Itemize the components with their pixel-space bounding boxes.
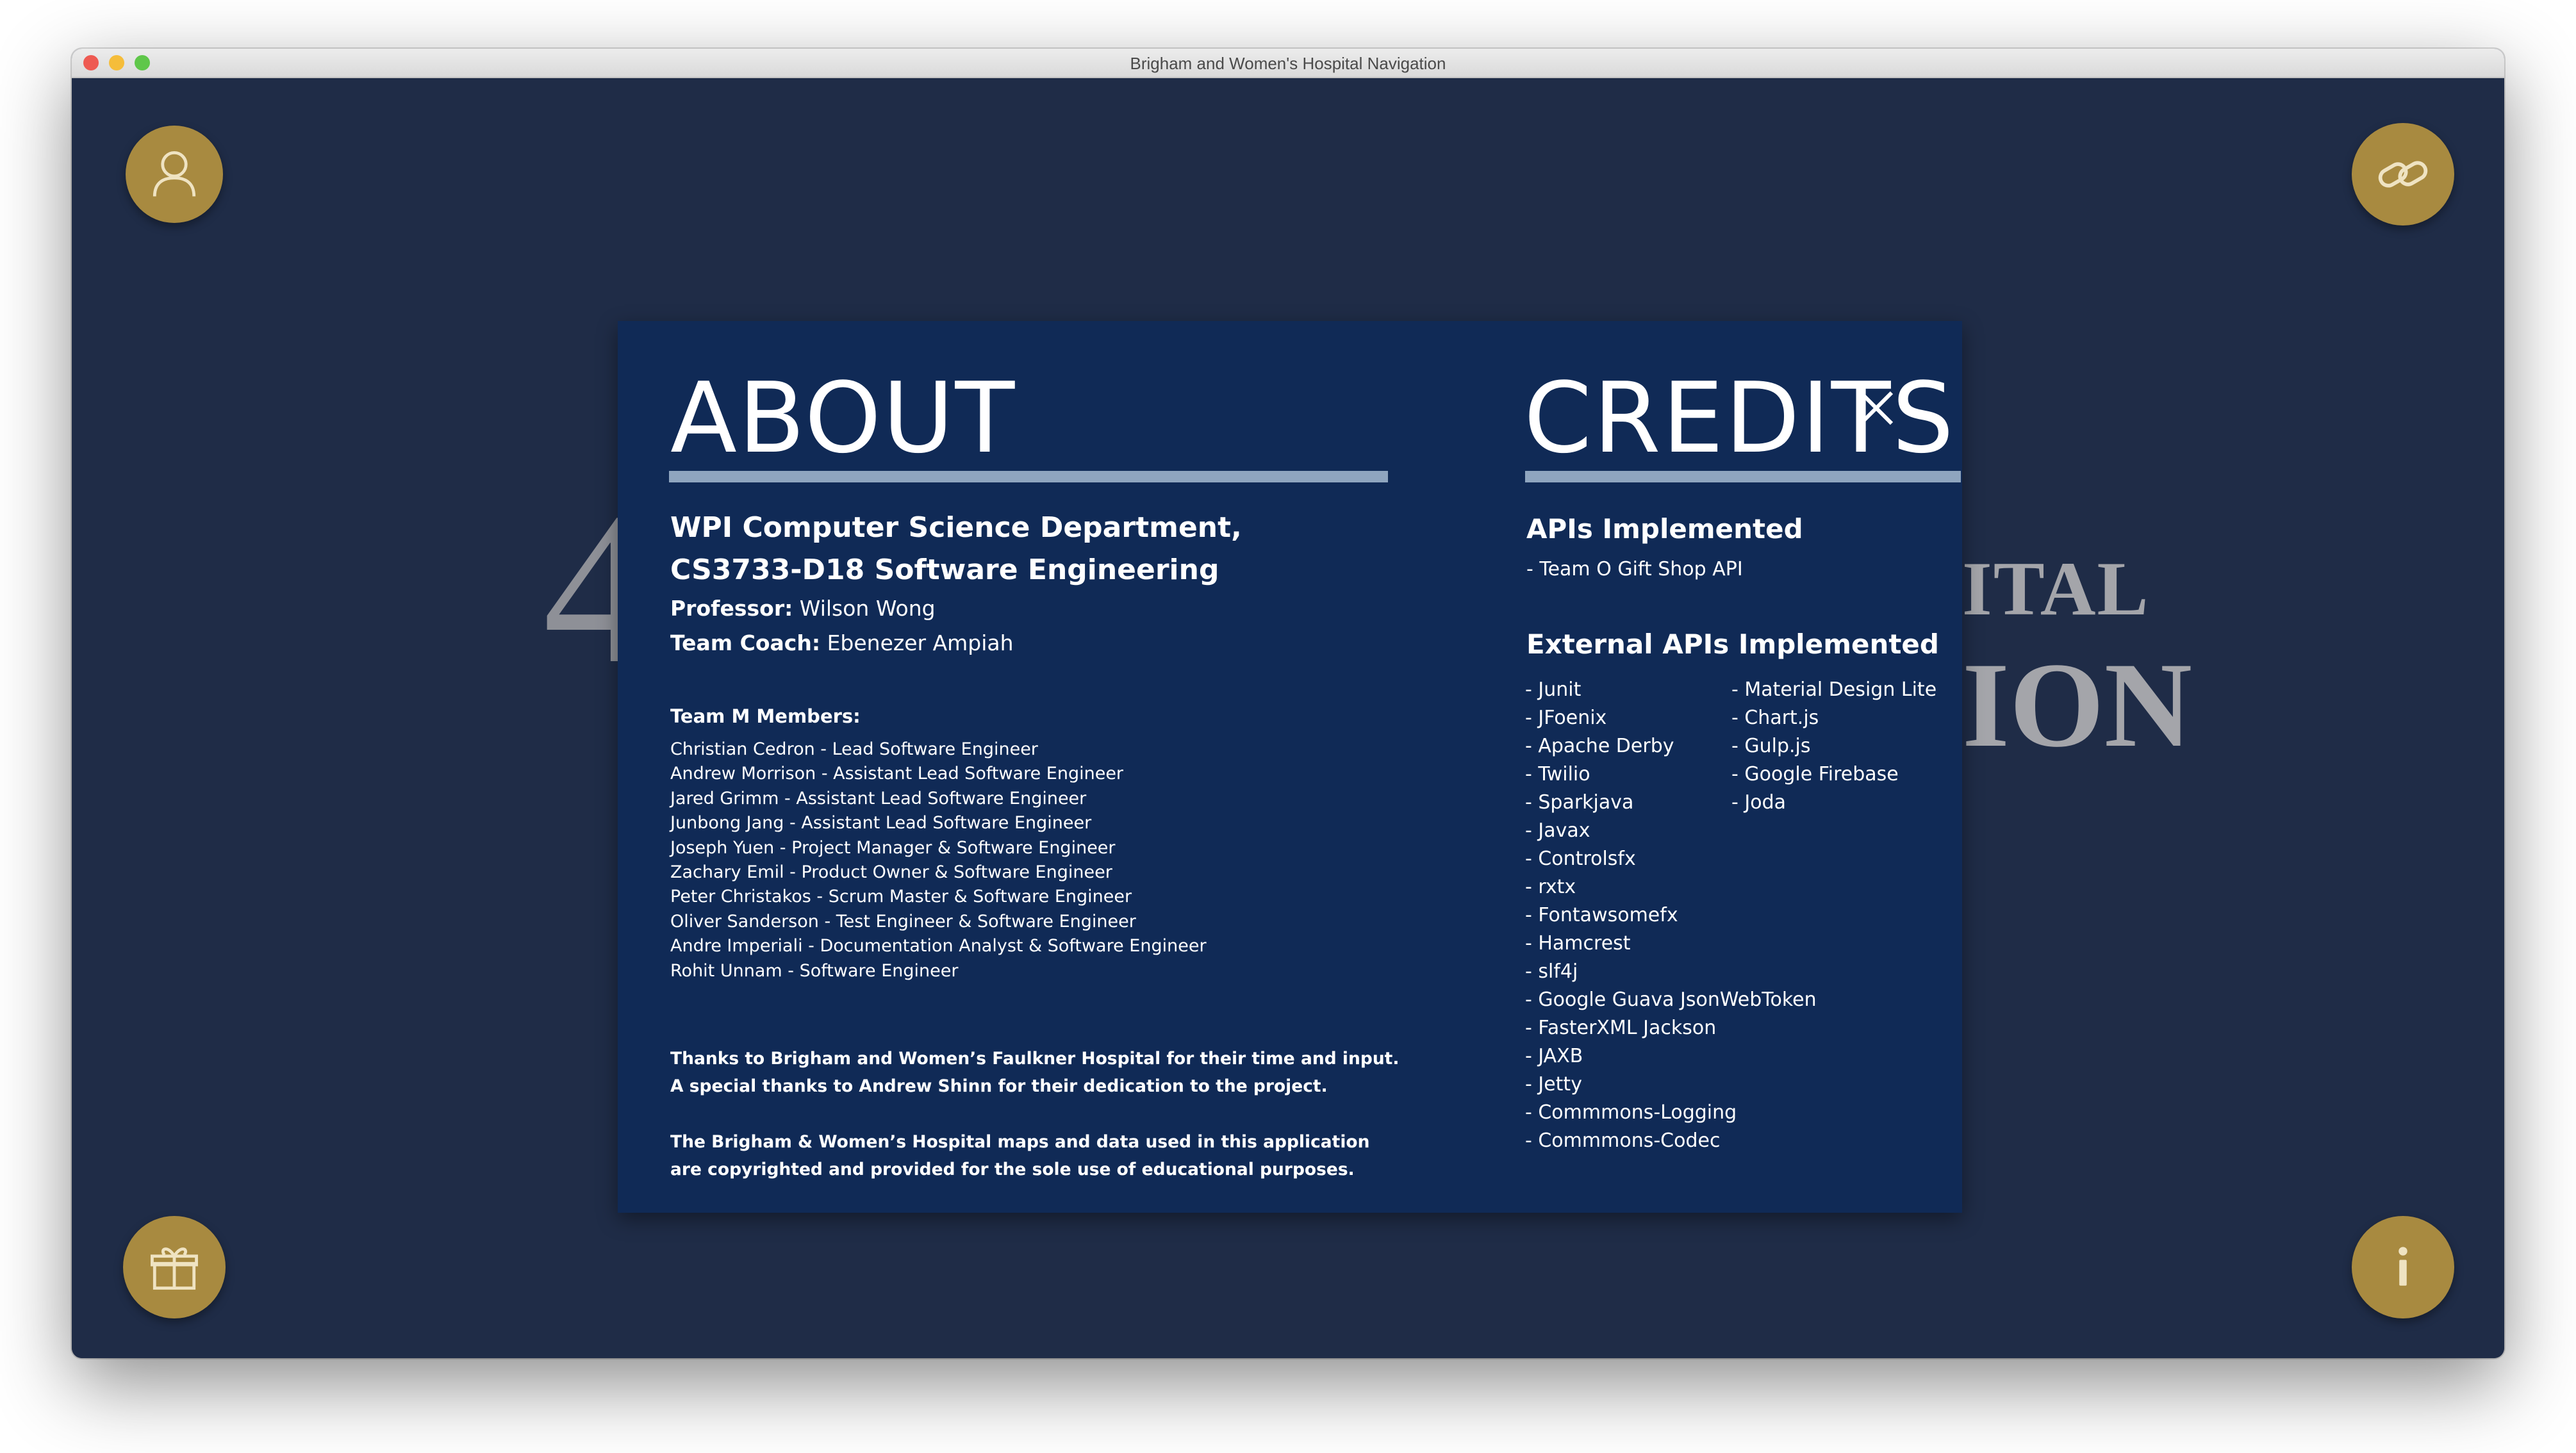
info-button[interactable] [2352, 1216, 2454, 1318]
list-item: Andre Imperiali - Documentation Analyst … [670, 936, 1207, 956]
list-item: - Team O Gift Shop API [1526, 558, 1743, 580]
list-item: - Google Firebase [1731, 763, 1899, 785]
coach-label: Team Coach: [670, 630, 821, 655]
list-item: Oliver Sanderson - Test Engineer & Softw… [670, 911, 1136, 932]
about-heading: ABOUT [670, 361, 1016, 475]
list-item: - Gulp.js [1731, 735, 1811, 757]
list-item: - Controlsfx [1525, 848, 1636, 870]
gift-shop-button[interactable] [123, 1216, 226, 1318]
list-item: - Jetty [1525, 1073, 1582, 1096]
coach-line: Team Coach: Ebenezer Ampiah [670, 626, 1014, 661]
list-item: - Hamcrest [1525, 932, 1631, 955]
professor-label: Professor: [670, 596, 793, 621]
members-list: Christian Cedron - Lead Software Enginee… [670, 737, 1207, 983]
list-item: - Fontawsomefx [1525, 904, 1678, 926]
list-item: Junbong Jang - Assistant Lead Software E… [670, 813, 1092, 833]
external-apis-title: External APIs Implemented [1526, 628, 1939, 660]
link-button[interactable] [2352, 123, 2454, 226]
credits-divider [1525, 471, 1961, 482]
apis-title: APIs Implemented [1526, 513, 1803, 545]
list-item: Andrew Morrison - Assistant Lead Softwar… [670, 764, 1124, 784]
list-item: - Material Design Lite [1731, 678, 1937, 701]
close-icon [1859, 391, 1894, 425]
close-dialog-button[interactable] [1856, 388, 1897, 429]
members-title: Team M Members: [670, 705, 861, 727]
professor-name: Wilson Wong [799, 596, 936, 621]
gift-icon [151, 1247, 198, 1290]
list-item: - JAXB [1525, 1045, 1583, 1067]
user-button[interactable] [126, 126, 223, 223]
department-line-2: CS3733-D18 Software Engineering [670, 554, 1219, 586]
link-icon [2378, 161, 2428, 188]
copyright-note: The Brigham & Women’s Hospital maps and … [670, 1132, 1370, 1179]
list-item: Jared Grimm - Assistant Lead Software En… [670, 788, 1087, 809]
list-item: - Commmons-Codec [1525, 1129, 1721, 1152]
list-item: - Google Guava JsonWebToken [1525, 989, 1817, 1011]
list-item: - Joda [1731, 791, 1786, 814]
list-item: - Javax [1525, 819, 1590, 842]
department-line-1: WPI Computer Science Department, [670, 511, 1242, 544]
list-item: - Commmons-Logging [1525, 1101, 1737, 1124]
about-credits-dialog: ABOUT WPI Computer Science Department, C… [618, 321, 1962, 1213]
window-title: Brigham and Women's Hospital Navigation [1130, 54, 1446, 73]
app-content: 4 ITAL ION ABOUT WPI Computer Science De… [72, 78, 2504, 1358]
apis-list: - Team O Gift Shop API [1526, 555, 1743, 584]
thanks-note: Thanks to Brigham and Women’s Faulkner H… [670, 1049, 1399, 1096]
app-window: Brigham and Women's Hospital Navigation … [72, 49, 2504, 1358]
list-item: Christian Cedron - Lead Software Enginee… [670, 739, 1038, 759]
professor-line: Professor: Wilson Wong [670, 591, 936, 626]
list-item: - Chart.js [1731, 707, 1819, 729]
list-item: Peter Christakos - Scrum Master & Softwa… [670, 887, 1132, 907]
list-item: Rohit Unnam - Software Engineer [670, 960, 959, 981]
list-item: - rxtx [1525, 876, 1576, 898]
user-icon [153, 151, 196, 197]
list-item: - slf4j [1525, 960, 1578, 983]
background-title-line-2: ION [1962, 638, 2192, 773]
coach-name: Ebenezer Ampiah [827, 630, 1014, 655]
list-item: Joseph Yuen - Project Manager & Software… [670, 837, 1116, 858]
background-title-line-1: ITAL [1962, 546, 2150, 631]
list-item: - FasterXML Jackson [1525, 1017, 1717, 1039]
info-icon [2398, 1247, 2407, 1286]
about-divider [669, 471, 1388, 482]
title-bar: Brigham and Women's Hospital Navigation [72, 49, 2504, 78]
external-apis-list-col2: - Material Design Lite - Chart.js - Gulp… [1731, 676, 1936, 817]
list-item: Zachary Emil - Product Owner & Software … [670, 862, 1112, 883]
